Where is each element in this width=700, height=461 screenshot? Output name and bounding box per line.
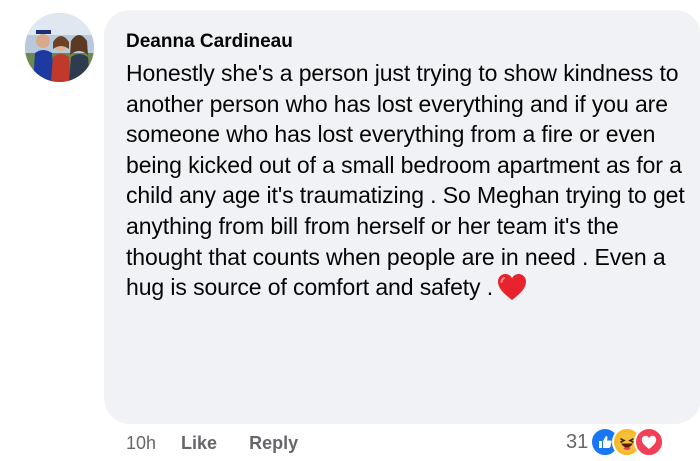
comment-text: Honestly she's a person just trying to s… [126, 58, 686, 309]
avatar[interactable] [25, 13, 94, 82]
profile-photo [25, 13, 94, 82]
like-button[interactable]: Like [181, 433, 217, 454]
reaction-icons [590, 427, 665, 457]
reaction-summary[interactable]: 31 [566, 427, 665, 457]
reaction-count: 31 [566, 430, 589, 453]
red-heart-icon [497, 273, 527, 309]
comment: Deanna Cardineau Honestly she's a person… [0, 0, 700, 461]
timestamp[interactable]: 10h [126, 433, 156, 454]
comment-bubble: Deanna Cardineau Honestly she's a person… [104, 10, 700, 424]
reply-button[interactable]: Reply [249, 433, 298, 454]
comment-actions: 10h Like Reply [126, 429, 330, 457]
comment-body: Honestly she's a person just trying to s… [126, 60, 685, 301]
author-name[interactable]: Deanna Cardineau [126, 30, 681, 54]
love-reaction-icon [634, 427, 665, 457]
